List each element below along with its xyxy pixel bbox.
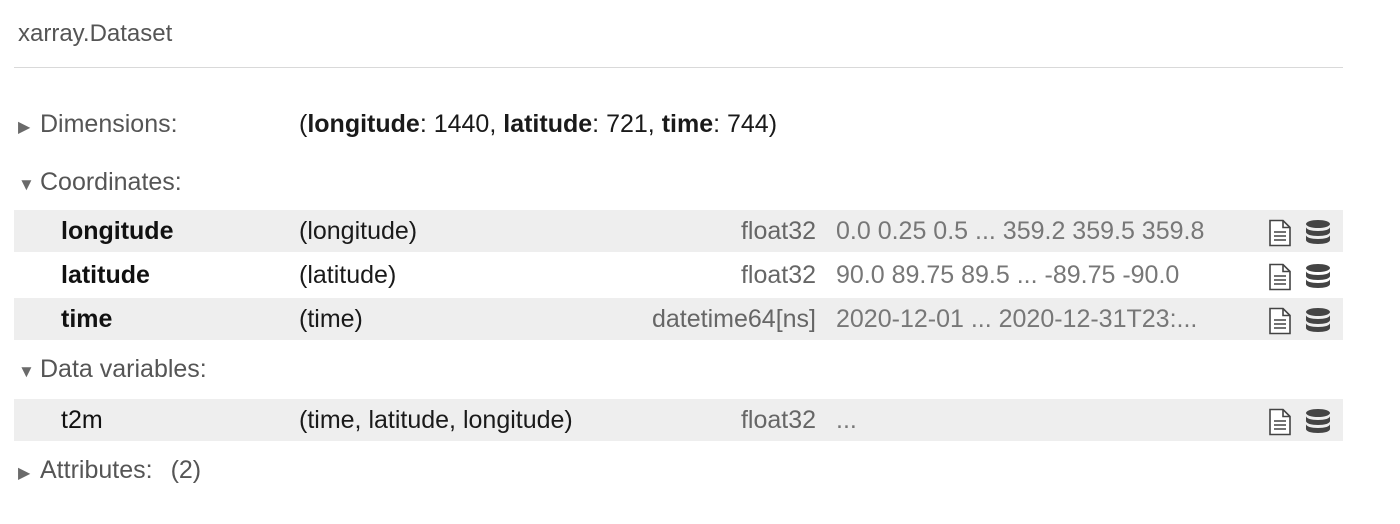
dimensions-summary: (longitude: 1440, latitude: 721, time: 7… [299,110,778,138]
title-divider [14,67,1343,68]
dataset-title: xarray.Dataset [18,20,173,47]
section-label: Attributes: [40,456,153,484]
collapse-arrow-icon[interactable]: ▼ [18,175,40,195]
database-icon[interactable] [1304,219,1332,247]
dim-name: latitude [503,110,593,138]
section-dimensions[interactable]: ▶ Dimensions: [18,110,178,139]
dim-name: longitude [307,110,420,138]
section-coordinates[interactable]: ▼ Coordinates: [18,168,182,197]
variable-name: latitude [61,261,150,289]
attributes-count: (2) [170,456,202,484]
dim-name: time [661,110,714,138]
file-text-icon[interactable] [1268,219,1292,247]
section-attributes[interactable]: ▶ Attributes: (2) [18,456,201,485]
variable-dims: (time, latitude, longitude) [299,406,573,434]
variable-preview: 0.0 0.25 0.5 ... 359.2 359.5 359.8 [836,217,1205,245]
data-var-row-t2m: t2m (time, latitude, longitude) float32 … [14,399,1343,441]
variable-dtype: datetime64[ns] [652,305,816,333]
database-icon[interactable] [1304,307,1332,335]
file-text-icon[interactable] [1268,307,1292,335]
variable-name: t2m [61,406,103,434]
variable-name: time [61,305,113,333]
variable-preview: 90.0 89.75 89.5 ... -89.75 -90.0 [836,261,1180,289]
database-icon[interactable] [1304,263,1332,291]
dim-size: 1440 [433,110,490,138]
variable-name: longitude [61,217,174,245]
expand-arrow-icon[interactable]: ▶ [18,463,40,483]
variable-dims: (longitude) [299,217,418,245]
collapse-arrow-icon[interactable]: ▼ [18,362,40,382]
dim-size: 744 [727,110,769,138]
section-label: Data variables: [40,355,207,383]
variable-preview: 2020-12-01 ... 2020-12-31T23:... [836,305,1198,333]
file-text-icon[interactable] [1268,408,1292,436]
coord-row-longitude: longitude (longitude) float32 0.0 0.25 0… [14,210,1343,252]
coord-row-latitude: latitude (latitude) float32 90.0 89.75 8… [14,254,1343,296]
file-text-icon[interactable] [1268,263,1292,291]
variable-dims: (latitude) [299,261,397,289]
section-data-variables[interactable]: ▼ Data variables: [18,355,207,384]
section-label: Dimensions: [40,110,178,138]
variable-dtype: float32 [740,406,816,434]
coord-row-time: time (time) datetime64[ns] 2020-12-01 ..… [14,298,1343,340]
dims-close-paren: ) [768,110,778,138]
variable-dtype: float32 [740,261,816,289]
variable-preview: ... [836,406,857,434]
section-label: Coordinates: [40,168,182,196]
variable-dims: (time) [299,305,363,333]
database-icon[interactable] [1304,408,1332,436]
variable-dtype: float32 [740,217,816,245]
expand-arrow-icon[interactable]: ▶ [18,117,40,137]
dim-size: 721 [606,110,648,138]
